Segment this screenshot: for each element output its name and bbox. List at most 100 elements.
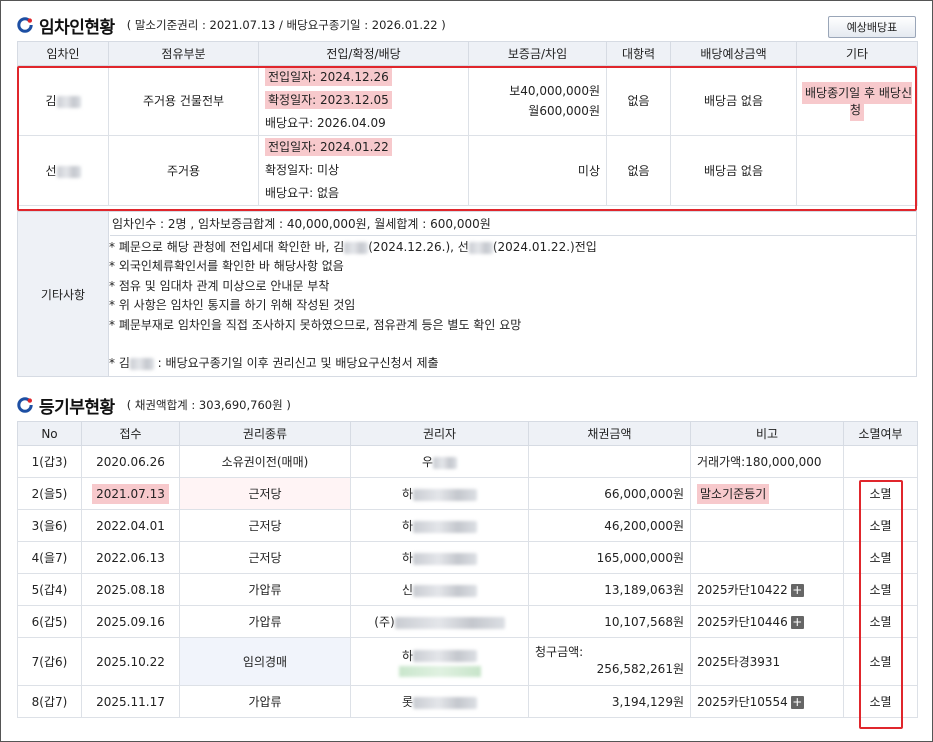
row-status: 소멸 <box>843 573 918 606</box>
row-holder: (주) <box>350 605 529 638</box>
tenant-section-header: 임차인현황 ( 말소기준권리 : 2021.07.13 / 배당요구종기일 : … <box>17 14 446 38</box>
row-holder: 우 <box>350 445 529 478</box>
redacted-name <box>129 357 154 370</box>
row-note: 말소기준등기 <box>690 477 844 510</box>
tenant-table-header: 임차인 점유부분 전입/확정/배당 보증금/차임 대항력 배당예상금액 기타 <box>17 41 918 66</box>
redacted-name <box>413 584 478 597</box>
row-date: 2025.08.18 <box>81 573 180 606</box>
row-date: 2021.07.13 <box>81 477 180 510</box>
claim-amount-label: 청구금액: <box>535 644 584 659</box>
registry-row: 8(갑7) 2025.11.17 가압류 롯 3,194,129원 2025카단… <box>17 685 918 718</box>
row-holder: 하 <box>350 637 529 686</box>
section-logo-icon <box>17 17 33 33</box>
row-no: 8(갑7) <box>17 685 82 718</box>
row-amount: 10,107,568원 <box>528 605 691 638</box>
tenant-dates: 전입일자: 2024.12.26 확정일자: 2023.12.05 배당요구: … <box>258 65 469 136</box>
row-date: 2025.09.16 <box>81 605 180 638</box>
header-received: 접수 <box>81 421 180 446</box>
row-holder: 신 <box>350 573 529 606</box>
expand-plus-icon[interactable]: + <box>790 616 804 629</box>
late-dividend-note: 배당종기일 후 배당신청 <box>802 81 912 121</box>
row-status: 소멸 <box>843 509 918 542</box>
expand-plus-icon[interactable]: + <box>790 696 804 709</box>
tenant-deposit: 미상 <box>468 135 607 206</box>
row-type: 근저당 <box>179 541 351 574</box>
note-line: * 점유 및 임대차 관계 미상으로 안내문 부착 <box>109 278 330 293</box>
note-line: * 폐문으로 해당 관청에 전입세대 확인한 바, 김 (2024.12.26.)… <box>109 240 597 254</box>
header-deposit-rent: 보증금/차임 <box>468 41 607 66</box>
move-in-date: 전입일자: 2024.12.26 <box>265 68 392 86</box>
tenant-opposing: 없음 <box>606 135 671 206</box>
row-amount: 청구금액: 256,582,261원 <box>528 637 691 686</box>
section-logo-icon <box>17 397 33 413</box>
tenant-occupancy: 주거용 <box>108 135 259 206</box>
row-note: 거래가액:180,000,000 <box>690 445 844 478</box>
tenant-opposing: 없음 <box>606 65 671 136</box>
header-extinction: 소멸여부 <box>843 421 918 446</box>
row-date: 2022.06.13 <box>81 541 180 574</box>
row-no: 3(을6) <box>17 509 82 542</box>
row-holder: 하 <box>350 541 529 574</box>
confirmed-date: 확정일자: 2023.12.05 <box>265 91 392 109</box>
header-remarks: 비고 <box>690 421 844 446</box>
registry-row: 3(을6) 2022.04.01 근저당 하 46,200,000원 소멸 <box>17 509 918 542</box>
tenant-section-subtitle: ( 말소기준권리 : 2021.07.13 / 배당요구종기일 : 2026.0… <box>126 18 446 32</box>
tenant-notes: 기타사항 임차인수 : 2명 , 임차보증금합계 : 40,000,000원, … <box>17 211 917 377</box>
baseline-registration-note: 말소기준등기 <box>697 484 770 504</box>
header-tenant: 임차인 <box>17 41 109 66</box>
claim-amount-value: 256,582,261원 <box>596 661 684 676</box>
note-line: * 폐문부재로 임차인을 직접 조사하지 못하였으므로, 점유관계 등은 별도 … <box>109 317 522 332</box>
header-no: No <box>17 421 82 446</box>
registry-row: 1(갑3) 2020.06.26 소유권이전(매매) 우 거래가액:180,00… <box>17 445 918 478</box>
row-type: 근저당 <box>179 509 351 542</box>
redacted-name <box>433 456 458 469</box>
tenant-section-title: 임차인현황 <box>39 17 115 38</box>
rent-amount: 월600,000원 <box>528 103 600 118</box>
row-note: 2025카단10422 + <box>690 573 844 606</box>
row-date: 2022.04.01 <box>81 509 180 542</box>
row-holder: 하 <box>350 509 529 542</box>
note-line-blank <box>109 335 916 354</box>
note-line: * 위 사항은 임차인 통지를 하기 위해 작성된 것임 <box>109 298 356 313</box>
row-type: 소유권이전(매매) <box>179 445 351 478</box>
row-date: 2025.11.17 <box>81 685 180 718</box>
expand-plus-icon[interactable]: + <box>790 584 804 597</box>
tenant-dates: 전입일자: 2024.01.22 확정일자: 미상 배당요구: 없음 <box>258 135 469 206</box>
row-status: 소멸 <box>843 477 918 510</box>
row-note: 2025타경3931 <box>690 637 844 686</box>
redacted-name <box>468 241 493 254</box>
notes-lines: * 폐문으로 해당 관청에 전입세대 확인한 바, 김 (2024.12.26.)… <box>109 238 916 374</box>
row-status: 소멸 <box>843 541 918 574</box>
notes-label: 기타사항 <box>18 212 109 376</box>
redacted-name <box>56 165 81 178</box>
deposit-amount: 보40,000,000원 <box>509 83 600 98</box>
row-type: 가압류 <box>179 573 351 606</box>
redacted-name <box>394 616 505 629</box>
row-amount <box>528 445 691 478</box>
row-amount: 165,000,000원 <box>528 541 691 574</box>
row-type: 임의경매 <box>179 637 351 686</box>
row-note <box>690 541 844 574</box>
tenant-occupancy: 주거용 건물전부 <box>108 65 259 136</box>
row-date: 2020.06.26 <box>81 445 180 478</box>
tenant-row: 선 주거용 전입일자: 2024.01.22 확정일자: 미상 배당요구: 없음… <box>17 135 918 206</box>
row-date: 2025.10.22 <box>81 637 180 686</box>
row-type: 가압류 <box>179 685 351 718</box>
note-line: * 김 : 배당요구종기일 이후 권리신고 및 배당요구신청서 제출 <box>109 356 439 371</box>
tenant-name: 김 <box>17 65 109 136</box>
tenant-expected: 배당금 없음 <box>670 65 797 136</box>
registry-row: 5(갑4) 2025.08.18 가압류 신 13,189,063원 2025카… <box>17 573 918 606</box>
row-holder: 하 <box>350 477 529 510</box>
baseline-date-highlight: 2021.07.13 <box>92 483 169 504</box>
forecast-dividend-button[interactable]: 예상배당표 <box>828 16 916 38</box>
header-movein-confirm: 전입/확정/배당 <box>258 41 469 66</box>
registry-row: 2(을5) 2021.07.13 근저당 하 66,000,000원 말소기준등… <box>17 477 918 510</box>
tenant-expected: 배당금 없음 <box>670 135 797 206</box>
note-line: * 외국인체류확인서를 확인한 바 해당사항 없음 <box>109 259 344 274</box>
row-no: 4(을7) <box>17 541 82 574</box>
registry-row: 7(갑6) 2025.10.22 임의경매 하 청구금액: 256,582,26… <box>17 637 918 686</box>
registry-section-subtitle: ( 채권액합계 : 303,690,760원 ) <box>126 398 291 412</box>
tenant-etc <box>796 135 918 206</box>
move-in-date: 전입일자: 2024.01.22 <box>265 138 392 156</box>
row-status: 소멸 <box>843 637 918 686</box>
